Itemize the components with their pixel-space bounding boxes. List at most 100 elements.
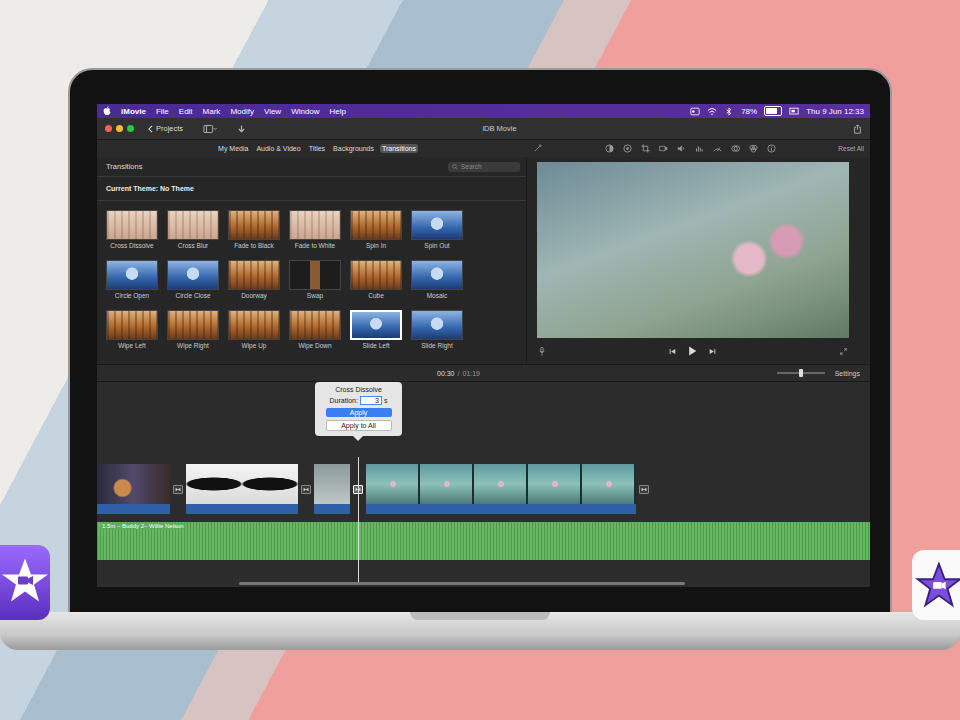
video-clip[interactable]: [314, 464, 350, 514]
transition-icon: [641, 487, 647, 492]
transition-grid: Cross Dissolve Cross Blur Fade to Black Fad…: [97, 201, 526, 364]
transition-item[interactable]: Swap: [289, 260, 341, 300]
color-correction-icon[interactable]: [623, 144, 632, 153]
bluetooth-icon[interactable]: [724, 107, 734, 116]
transition-item[interactable]: Doorway: [228, 260, 280, 300]
info-icon[interactable]: [767, 144, 776, 153]
transition-thumbnail: [228, 260, 280, 290]
transition-label: Cross Blur: [178, 242, 208, 250]
transition-item[interactable]: Wipe Left: [106, 310, 158, 350]
tab[interactable]: Titles: [307, 144, 327, 153]
transition-label: Slide Left: [362, 342, 389, 350]
control-center-icon[interactable]: [690, 107, 700, 116]
tab[interactable]: My Media: [216, 144, 250, 153]
import-icon[interactable]: [237, 124, 246, 134]
horizontal-scrollbar[interactable]: [239, 582, 685, 585]
next-icon[interactable]: [709, 348, 716, 355]
menu-item[interactable]: Help: [330, 107, 346, 116]
speed-icon[interactable]: [713, 144, 722, 153]
app-menu[interactable]: iMovie: [121, 107, 146, 116]
transition-label: Fade to Black: [234, 242, 274, 250]
video-clip[interactable]: [97, 464, 170, 514]
battery-icon[interactable]: [764, 106, 782, 116]
equalizer-icon[interactable]: [695, 144, 704, 153]
menu-item[interactable]: Mark: [203, 107, 221, 116]
transition-item[interactable]: Cross Blur: [167, 210, 219, 250]
transition-marker[interactable]: [173, 485, 183, 494]
transition-item[interactable]: Slide Left: [350, 310, 402, 350]
transition-item[interactable]: Cross Dissolve: [106, 210, 158, 250]
current-theme: Current Theme: No Theme: [97, 177, 526, 201]
imovie-logo-icon: [912, 550, 960, 620]
magic-wand-icon[interactable]: [533, 144, 542, 153]
wifi-icon[interactable]: [707, 107, 717, 116]
tab[interactable]: Transitions: [380, 144, 418, 153]
projects-button[interactable]: Projects: [148, 124, 183, 133]
video-clip[interactable]: [186, 464, 298, 514]
menu-item[interactable]: File: [156, 107, 169, 116]
transition-item[interactable]: Spin Out: [411, 210, 463, 250]
filter-icon[interactable]: [749, 144, 758, 153]
minimize-button[interactable]: [116, 125, 123, 132]
transition-item[interactable]: Fade to White: [289, 210, 341, 250]
transition-thumbnail: [411, 260, 463, 290]
apply-button[interactable]: Apply: [326, 408, 392, 417]
transition-item[interactable]: Circle Close: [167, 260, 219, 300]
transition-item[interactable]: Wipe Up: [228, 310, 280, 350]
transition-label: Swap: [307, 292, 323, 300]
transition-label: Circle Close: [175, 292, 210, 300]
library-toggle-icon[interactable]: [203, 124, 217, 134]
transition-thumbnail: [106, 310, 158, 340]
settings-button[interactable]: Settings: [835, 370, 860, 377]
reset-all-button[interactable]: Reset All: [838, 145, 864, 152]
close-button[interactable]: [105, 125, 112, 132]
apply-to-all-button[interactable]: Apply to All: [326, 420, 392, 431]
transition-label: Spin Out: [424, 242, 449, 250]
transition-thumbnail: [289, 260, 341, 290]
volume-icon[interactable]: [677, 144, 686, 153]
apple-icon[interactable]: [103, 106, 111, 116]
star-camera-icon: [0, 545, 50, 620]
zoom-slider[interactable]: [777, 372, 825, 374]
transition-thumbnail: [228, 210, 280, 240]
duration-field[interactable]: 3: [360, 396, 382, 405]
transition-item[interactable]: Circle Open: [106, 260, 158, 300]
menu-item[interactable]: Edit: [179, 107, 193, 116]
playhead[interactable]: [358, 457, 359, 583]
menu-item[interactable]: View: [264, 107, 281, 116]
transition-marker[interactable]: [301, 485, 311, 494]
transition-marker[interactable]: [639, 485, 649, 494]
color-balance-icon[interactable]: [605, 144, 614, 153]
search-field[interactable]: Search: [448, 162, 520, 172]
tab[interactable]: Backgrounds: [331, 144, 376, 153]
display-icon[interactable]: [789, 107, 799, 116]
microphone-icon[interactable]: [539, 347, 545, 356]
transition-item[interactable]: Spin In: [350, 210, 402, 250]
transition-item[interactable]: Slide Right: [411, 310, 463, 350]
clip-audio-strip: [366, 504, 636, 514]
transition-label: Wipe Up: [242, 342, 267, 350]
share-icon[interactable]: [853, 124, 862, 134]
magnifier-icon: [452, 164, 458, 170]
video-clip[interactable]: [366, 464, 636, 514]
tab[interactable]: Audio & Video: [254, 144, 302, 153]
play-icon[interactable]: [688, 346, 697, 356]
browser-title: Transitions: [106, 162, 142, 171]
transition-label: Wipe Left: [118, 342, 145, 350]
noise-reduction-icon[interactable]: [731, 144, 740, 153]
transition-item[interactable]: Wipe Down: [289, 310, 341, 350]
menu-item[interactable]: Window: [291, 107, 319, 116]
transition-item[interactable]: Mosaic: [411, 260, 463, 300]
menu-item[interactable]: Modify: [230, 107, 254, 116]
music-track[interactable]: 1.5m – Buddy 2– Willie Nelson: [97, 522, 870, 560]
transition-item[interactable]: Cube: [350, 260, 402, 300]
zoom-button[interactable]: [127, 125, 134, 132]
fullscreen-icon[interactable]: [840, 348, 847, 355]
crop-icon[interactable]: [641, 144, 650, 153]
clip-audio-strip: [186, 504, 298, 514]
zoom-knob[interactable]: [799, 369, 803, 377]
transition-item[interactable]: Wipe Right: [167, 310, 219, 350]
stabilization-icon[interactable]: [659, 144, 668, 153]
previous-icon[interactable]: [669, 348, 676, 355]
transition-item[interactable]: Fade to Black: [228, 210, 280, 250]
